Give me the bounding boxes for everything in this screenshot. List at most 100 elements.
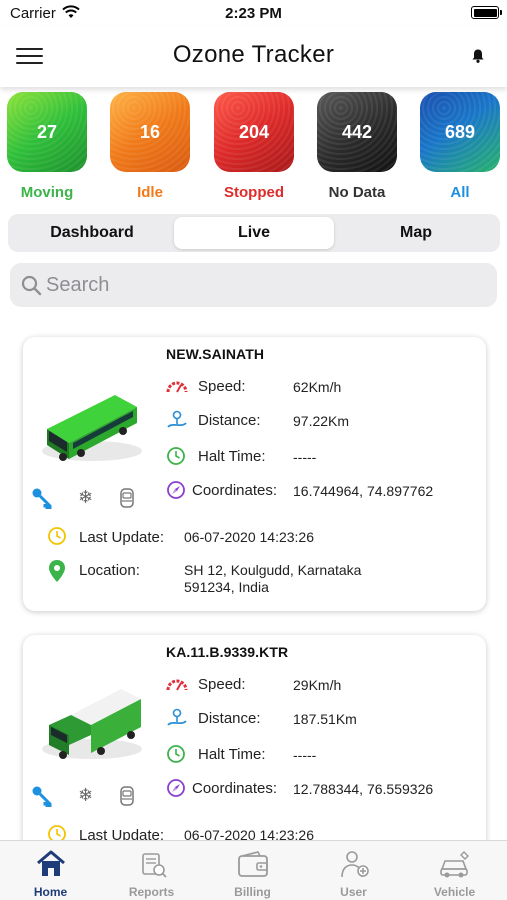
location-line-2: 591234, India xyxy=(184,579,269,595)
vehicle-card[interactable]: NEW.SAINATH ❄ Speed: 62Km/h Distance: 97… xyxy=(23,337,486,611)
view-segmented-control: Dashboard Live Map xyxy=(8,214,500,252)
location-pin-icon xyxy=(49,560,65,582)
tile-label: Idle xyxy=(137,184,163,201)
speedometer-icon xyxy=(166,679,188,691)
tile-box: 27 xyxy=(7,92,87,172)
tab-billing[interactable]: Billing xyxy=(202,841,303,900)
tab-home[interactable]: Home xyxy=(0,841,101,900)
reports-icon xyxy=(142,853,167,878)
compass-icon xyxy=(167,779,185,797)
speedometer-icon xyxy=(166,381,188,393)
vehicle-settings-icon xyxy=(440,851,469,878)
distance-icon xyxy=(167,410,187,428)
notification-bell-icon[interactable] xyxy=(471,48,485,64)
page-title: Ozone Tracker xyxy=(172,41,335,68)
last-update-label: Last Update: xyxy=(79,529,165,546)
distance-value: 187.51Km xyxy=(293,711,357,727)
compass-icon xyxy=(167,481,185,499)
tab-label: Home xyxy=(33,885,68,899)
clock-icon xyxy=(167,447,185,465)
vehicle-name: NEW.SAINATH xyxy=(166,346,265,362)
status-bar: Carrier 2:23 PM xyxy=(0,0,507,26)
coordinates-row: Coordinates: 16.744964, 74.897762 xyxy=(166,480,486,502)
seat-icon xyxy=(120,786,134,806)
coordinates-row: Coordinates: 12.788344, 76.559326 xyxy=(166,778,486,800)
status-tiles: 27 Moving 16 Idle 204 Stopped 442 No Dat… xyxy=(0,92,507,204)
tile-moving[interactable]: 27 Moving xyxy=(7,92,87,201)
distance-label: Distance: xyxy=(198,710,261,727)
bottom-tab-bar: Home Reports Billing User Vehicle xyxy=(0,840,507,900)
speed-label: Speed: xyxy=(198,676,246,693)
card-feature-icons: ❄ xyxy=(31,487,141,509)
vehicle-name: KA.11.B.9339.KTR xyxy=(166,644,289,660)
truck-image xyxy=(42,689,142,759)
home-icon xyxy=(37,850,65,876)
coordinates-value: 16.744964, 74.897762 xyxy=(293,483,434,499)
tile-label: Stopped xyxy=(224,184,284,201)
location-value: SH 12, Koulgudd, Karnataka 591234, India xyxy=(184,562,444,596)
halt-time-row: Halt Time: ----- xyxy=(166,446,486,468)
halt-time-value: ----- xyxy=(293,449,317,465)
tab-label: Billing xyxy=(234,885,271,899)
coordinates-label: Coordinates: xyxy=(192,780,278,797)
speed-value: 29Km/h xyxy=(293,677,342,693)
search-bar xyxy=(10,263,497,307)
tab-map[interactable]: Map xyxy=(336,217,496,249)
halt-time-value: ----- xyxy=(293,747,317,763)
speed-label: Speed: xyxy=(198,378,246,395)
app-header: Ozone Tracker xyxy=(0,26,507,87)
tile-label: Moving xyxy=(20,184,74,201)
tile-label: All xyxy=(450,184,470,201)
distance-label: Distance: xyxy=(198,412,261,429)
distance-row: Distance: 187.51Km xyxy=(166,708,486,730)
tab-vehicle[interactable]: Vehicle xyxy=(404,841,505,900)
search-icon xyxy=(21,275,42,296)
distance-icon xyxy=(167,708,187,726)
coordinates-value: 12.788344, 76.559326 xyxy=(293,781,434,797)
speed-row: Speed: 29Km/h xyxy=(166,674,486,696)
halt-time-label: Halt Time: xyxy=(198,448,266,465)
seat-icon xyxy=(120,488,134,508)
status-time: 2:23 PM xyxy=(225,5,282,22)
clock-icon xyxy=(48,527,66,545)
tile-label: No Data xyxy=(328,184,386,201)
tile-box: 442 xyxy=(317,92,397,172)
tile-all[interactable]: 689 All xyxy=(420,92,500,201)
battery-icon xyxy=(471,6,502,19)
card-feature-icons: ❄ xyxy=(31,785,141,807)
distance-value: 97.22Km xyxy=(293,413,350,429)
tile-count: 442 xyxy=(341,121,373,142)
last-update-value: 06-07-2020 14:23:26 xyxy=(184,529,314,545)
tile-stopped[interactable]: 204 Stopped xyxy=(214,92,294,201)
snowflake-ac-icon: ❄ xyxy=(78,785,94,805)
location-line-1: SH 12, Koulgudd, Karnataka xyxy=(184,562,362,578)
tab-live[interactable]: Live xyxy=(174,217,334,249)
tile-count: 204 xyxy=(238,121,270,142)
snowflake-ac-icon: ❄ xyxy=(78,487,94,507)
tab-dashboard[interactable]: Dashboard xyxy=(12,217,172,249)
tile-no-data[interactable]: 442 No Data xyxy=(317,92,397,201)
tile-count: 16 xyxy=(139,121,161,142)
halt-time-row: Halt Time: ----- xyxy=(166,744,486,766)
location-label: Location: xyxy=(79,562,140,579)
tab-label: Reports xyxy=(128,885,175,899)
coordinates-label: Coordinates: xyxy=(192,482,278,499)
tile-box: 204 xyxy=(214,92,294,172)
halt-time-label: Halt Time: xyxy=(198,746,266,763)
wallet-icon xyxy=(238,851,268,877)
ignition-key-icon xyxy=(32,488,52,509)
speed-value: 62Km/h xyxy=(293,379,342,395)
search-input[interactable] xyxy=(46,269,486,301)
tab-user[interactable]: User xyxy=(303,841,404,900)
tile-box: 16 xyxy=(110,92,190,172)
tab-label: Vehicle xyxy=(433,885,476,899)
tab-label: User xyxy=(340,885,367,899)
tab-reports[interactable]: Reports xyxy=(101,841,202,900)
tile-box: 689 xyxy=(420,92,500,172)
bus-image xyxy=(42,395,142,461)
distance-row: Distance: 97.22Km xyxy=(166,410,486,432)
tile-count: 27 xyxy=(36,121,58,142)
tile-idle[interactable]: 16 Idle xyxy=(110,92,190,201)
speed-row: Speed: 62Km/h xyxy=(166,376,486,398)
ignition-key-icon xyxy=(32,786,52,807)
